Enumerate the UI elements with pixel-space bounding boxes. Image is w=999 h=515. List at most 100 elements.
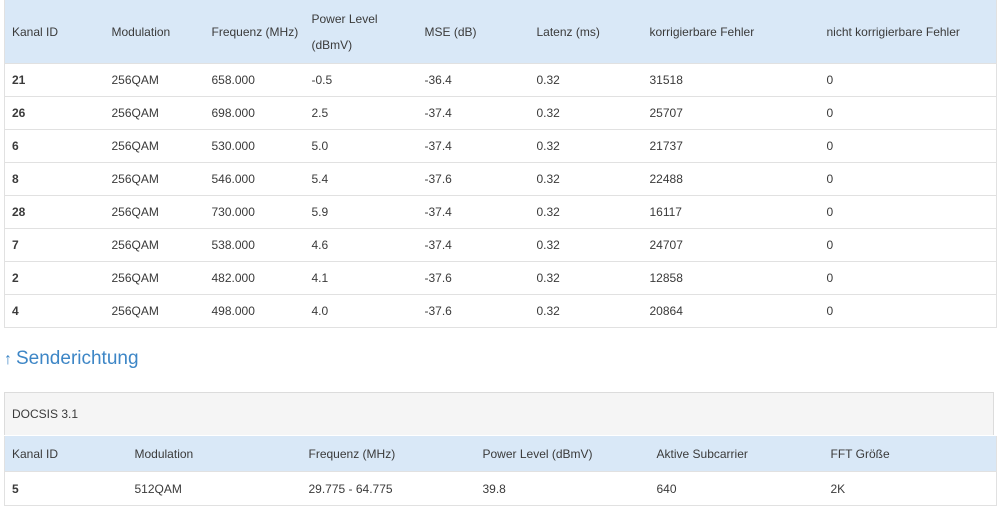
table-cell: 482.000 xyxy=(204,261,305,295)
table-cell: -37.4 xyxy=(417,195,530,229)
table-cell: 0.32 xyxy=(529,96,643,130)
col-latenz: Latenz (ms) xyxy=(529,0,643,64)
table-cell: -37.6 xyxy=(417,162,530,196)
table-cell: 2 xyxy=(4,261,105,295)
table-cell: 5.9 xyxy=(304,195,418,229)
table-row: 6 256QAM 530.000 5.0 -37.4 0.32 21737 0 xyxy=(4,129,997,163)
table-cell: 256QAM xyxy=(104,294,205,328)
table-cell: 530.000 xyxy=(204,129,305,163)
table-cell: 0 xyxy=(819,195,997,229)
arrow-up-icon: ↑ xyxy=(4,351,12,368)
table-cell: 698.000 xyxy=(204,96,305,130)
table-cell: 730.000 xyxy=(204,195,305,229)
col-mse: MSE (dB) xyxy=(417,0,530,64)
table-row: 5 512QAM 29.775 - 64.775 39.8 640 2K xyxy=(4,471,997,506)
table-cell: 5 xyxy=(4,471,128,506)
table-cell: 7 xyxy=(4,228,105,262)
table-cell: 498.000 xyxy=(204,294,305,328)
table-row: 2 256QAM 482.000 4.1 -37.6 0.32 12858 0 xyxy=(4,261,997,295)
table-cell: 538.000 xyxy=(204,228,305,262)
col-kanal-id: Kanal ID xyxy=(4,0,105,64)
table-cell: 0 xyxy=(819,96,997,130)
table-cell: 256QAM xyxy=(104,261,205,295)
table-cell: 0.32 xyxy=(529,294,643,328)
table-cell: 24707 xyxy=(642,228,820,262)
table-cell: 256QAM xyxy=(104,63,205,97)
table-row: 7 256QAM 538.000 4.6 -37.4 0.32 24707 0 xyxy=(4,228,997,262)
table-cell: 8 xyxy=(4,162,105,196)
table-cell: -36.4 xyxy=(417,63,530,97)
col-power-level: Power Level (dBmV) xyxy=(304,0,418,64)
table-cell: 5.0 xyxy=(304,129,418,163)
table-cell: -37.6 xyxy=(417,294,530,328)
downstream-table: Kanal ID Modulation Frequenz (MHz) Power… xyxy=(4,0,997,328)
col-modulation: Modulation xyxy=(104,0,205,64)
table-cell: 0.32 xyxy=(529,129,643,163)
table-cell: 256QAM xyxy=(104,162,205,196)
col-power-level: Power Level (dBmV) xyxy=(475,436,650,472)
table-cell: 21 xyxy=(4,63,105,97)
col-frequenz: Frequenz (MHz) xyxy=(301,436,476,472)
table-cell: 28 xyxy=(4,195,105,229)
col-modulation: Modulation xyxy=(127,436,302,472)
table-cell: 658.000 xyxy=(204,63,305,97)
upstream-table: Kanal ID Modulation Frequenz (MHz) Power… xyxy=(4,436,997,506)
upstream-header-row: Kanal ID Modulation Frequenz (MHz) Power… xyxy=(4,436,997,472)
table-cell: -37.6 xyxy=(417,261,530,295)
table-cell: 25707 xyxy=(642,96,820,130)
table-cell: 0.32 xyxy=(529,195,643,229)
table-cell: 2K xyxy=(823,471,997,506)
table-cell: 12858 xyxy=(642,261,820,295)
table-cell: 0 xyxy=(819,63,997,97)
table-cell: 26 xyxy=(4,96,105,130)
col-fft-groesse: FFT Größe xyxy=(823,436,997,472)
table-cell: 512QAM xyxy=(127,471,302,506)
table-cell: 256QAM xyxy=(104,96,205,130)
table-cell: 0.32 xyxy=(529,162,643,196)
table-cell: 2.5 xyxy=(304,96,418,130)
upstream-section-title[interactable]: ↑ Senderichtung xyxy=(4,348,139,370)
table-cell: 16117 xyxy=(642,195,820,229)
table-cell: 0 xyxy=(819,162,997,196)
col-aktive-subcarrier: Aktive Subcarrier xyxy=(649,436,824,472)
upstream-section-label: Senderichtung xyxy=(16,348,139,369)
table-cell: -0.5 xyxy=(304,63,418,97)
table-cell: 546.000 xyxy=(204,162,305,196)
table-cell: 0 xyxy=(819,228,997,262)
table-cell: 0.32 xyxy=(529,261,643,295)
table-cell: 5.4 xyxy=(304,162,418,196)
table-cell: 4 xyxy=(4,294,105,328)
col-korrigierbare-fehler: korrigierbare Fehler xyxy=(642,0,820,64)
table-row: 28 256QAM 730.000 5.9 -37.4 0.32 16117 0 xyxy=(4,195,997,229)
table-cell: 20864 xyxy=(642,294,820,328)
table-cell: 0.32 xyxy=(529,228,643,262)
table-cell: 21737 xyxy=(642,129,820,163)
table-cell: 4.6 xyxy=(304,228,418,262)
table-cell: 4.0 xyxy=(304,294,418,328)
table-cell: 256QAM xyxy=(104,228,205,262)
table-cell: 0.32 xyxy=(529,63,643,97)
table-cell: 256QAM xyxy=(104,195,205,229)
table-cell: 6 xyxy=(4,129,105,163)
table-cell: 31518 xyxy=(642,63,820,97)
col-kanal-id: Kanal ID xyxy=(4,436,128,472)
table-cell: 0 xyxy=(819,294,997,328)
table-row: 8 256QAM 546.000 5.4 -37.6 0.32 22488 0 xyxy=(4,162,997,196)
table-cell: 39.8 xyxy=(475,471,650,506)
table-cell: 4.1 xyxy=(304,261,418,295)
table-cell: 640 xyxy=(649,471,824,506)
table-cell: 29.775 - 64.775 xyxy=(301,471,476,506)
table-cell: -37.4 xyxy=(417,228,530,262)
table-cell: 22488 xyxy=(642,162,820,196)
downstream-header-row: Kanal ID Modulation Frequenz (MHz) Power… xyxy=(4,0,997,64)
table-cell: 0 xyxy=(819,129,997,163)
col-nicht-korrigierbare-fehler: nicht korrigierbare Fehler xyxy=(819,0,997,64)
col-frequenz: Frequenz (MHz) xyxy=(204,0,305,64)
table-row: 21 256QAM 658.000 -0.5 -36.4 0.32 31518 0 xyxy=(4,63,997,97)
table-cell: -37.4 xyxy=(417,129,530,163)
table-cell: 0 xyxy=(819,261,997,295)
table-row: 4 256QAM 498.000 4.0 -37.6 0.32 20864 0 xyxy=(4,294,997,328)
table-cell: 256QAM xyxy=(104,129,205,163)
upstream-panel-heading: DOCSIS 3.1 xyxy=(4,392,994,435)
table-row: 26 256QAM 698.000 2.5 -37.4 0.32 25707 0 xyxy=(4,96,997,130)
